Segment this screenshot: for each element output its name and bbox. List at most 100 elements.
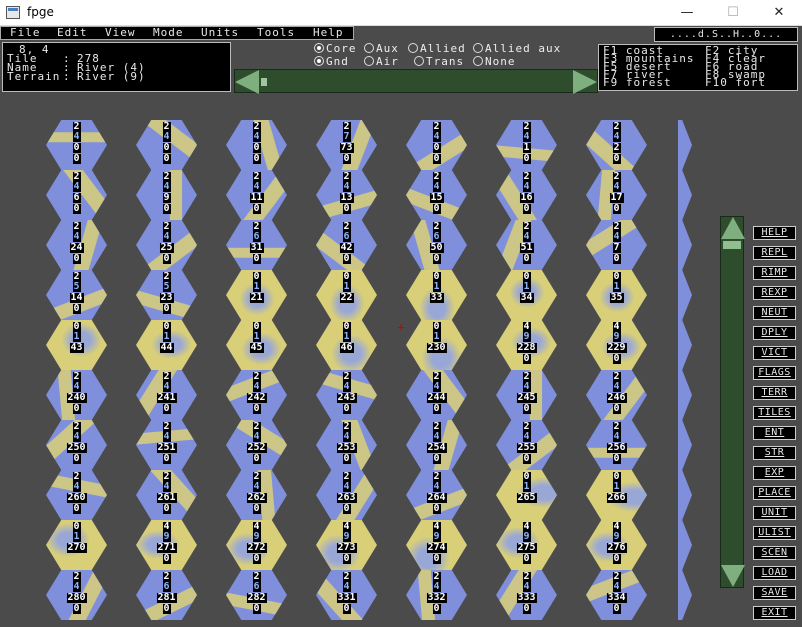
hex-tile[interactable]: 2 6 281 0 (136, 570, 197, 620)
hex-tile[interactable]: 2 6 31 0 (226, 220, 287, 270)
hex-tile-partial[interactable] (678, 370, 692, 420)
hex-tile-partial[interactable] (678, 170, 692, 220)
ent-button[interactable]: ENT (753, 426, 796, 440)
scen-button[interactable]: SCEN (753, 546, 796, 560)
hex-tile[interactable]: 2 4 254 0 (406, 420, 467, 470)
hex-tile[interactable]: 2400 (226, 120, 287, 170)
hex-tile[interactable]: 2410 (496, 120, 557, 170)
hex-tile[interactable]: 2460 (46, 170, 107, 220)
hex-tile[interactable]: 2 4 242 0 (226, 370, 287, 420)
hex-tile[interactable]: 4 9 274 0 (406, 520, 467, 570)
hex-tile-partial[interactable] (678, 320, 692, 370)
ulist-button[interactable]: ULIST (753, 526, 796, 540)
hex-tile[interactable]: 2 6 282 0 (226, 570, 287, 620)
hex-tile[interactable]: 2 4 253 0 (316, 420, 377, 470)
exp-button[interactable]: EXP (753, 466, 796, 480)
hex-tile[interactable]: 2 4 24 0 (46, 220, 107, 270)
hex-tile[interactable]: 2 4 252 0 (226, 420, 287, 470)
hex-tile[interactable]: 2 4 261 0 (136, 470, 197, 520)
hex-tile[interactable]: 2400 (136, 120, 197, 170)
hex-tile[interactable]: 0 1 35 (586, 270, 647, 320)
hex-tile[interactable]: 2 7 73 0 (316, 120, 377, 170)
hex-tile-partial[interactable] (678, 120, 692, 170)
hex-tile[interactable]: 2 5 23 0 (136, 270, 197, 320)
neut-button[interactable]: NEUT (753, 306, 796, 320)
hex-tile-partial[interactable] (678, 220, 692, 270)
terr-button[interactable]: TERR (753, 386, 796, 400)
hex-tile[interactable]: 0 1 230 (406, 320, 467, 370)
hex-tile[interactable]: 4 9 228 0 (496, 320, 557, 370)
hex-tile[interactable]: 0 1 45 (226, 320, 287, 370)
radio-allied-aux[interactable]: Allied aux (473, 43, 561, 55)
unit-button[interactable]: UNIT (753, 506, 796, 520)
hex-tile[interactable]: 2 4 255 0 (496, 420, 557, 470)
radio-aux[interactable]: Aux (364, 43, 399, 55)
hex-tile[interactable]: 2 4 331 0 (316, 570, 377, 620)
hex-tile[interactable]: 0 1 266 (586, 470, 647, 520)
hex-tile[interactable]: 0 1 46 (316, 320, 377, 370)
menu-edit[interactable]: Edit (57, 27, 88, 39)
scroll-right-arrow-icon[interactable] (573, 70, 597, 94)
hex-tile[interactable]: 2 4 25 0 (136, 220, 197, 270)
hex-tile-partial[interactable] (678, 570, 692, 620)
horizontal-scrollbar[interactable] (234, 69, 598, 94)
flags-button[interactable]: FLAGS (753, 366, 796, 380)
str-button[interactable]: STR (753, 446, 796, 460)
radio-trans[interactable]: Trans (414, 56, 464, 68)
exit-button[interactable]: EXIT (753, 606, 796, 620)
hex-tile[interactable]: 2 4 16 0 (496, 170, 557, 220)
radio-core[interactable]: Core (314, 43, 357, 55)
maximize-button[interactable]: ☐ (710, 0, 756, 26)
hex-tile[interactable]: 2 4 17 0 (586, 170, 647, 220)
hex-tile[interactable]: 2 4 262 0 (226, 470, 287, 520)
hex-tile-partial[interactable] (678, 470, 692, 520)
hex-tile[interactable]: 2 6 50 0 (406, 220, 467, 270)
hex-map[interactable]: 2 4 0 0 2 4 6 0 2 4 24 0 2 5 14 0 0 1 43 2 4 240 0 2 4 250 0 2 4 260 0… (0, 94, 716, 627)
hex-tile[interactable]: 2 6 42 0 (316, 220, 377, 270)
hex-tile[interactable]: 2 5 14 0 (46, 270, 107, 320)
hex-tile[interactable]: 2 4 51 0 (496, 220, 557, 270)
dply-button[interactable]: DPLY (753, 326, 796, 340)
hex-tile-partial[interactable] (678, 520, 692, 570)
hex-tile[interactable]: 2470 (586, 220, 647, 270)
hex-tile[interactable]: 2 4 334 0 (586, 570, 647, 620)
hex-tile[interactable]: 0 1 43 (46, 320, 107, 370)
hex-tile[interactable]: 2 4 250 0 (46, 420, 107, 470)
load-button[interactable]: LOAD (753, 566, 796, 580)
hex-tile[interactable]: 2 4 240 0 (46, 370, 107, 420)
radio-none[interactable]: None (473, 56, 516, 68)
hex-tile[interactable]: 0 1 33 (406, 270, 467, 320)
hex-tile[interactable]: 2 4 333 0 (496, 570, 557, 620)
menu-help[interactable]: Help (313, 27, 344, 39)
vict-button[interactable]: VICT (753, 346, 796, 360)
hex-tile-partial[interactable] (678, 420, 692, 470)
hex-tile[interactable]: 2400 (46, 120, 107, 170)
hex-tile[interactable]: 4 9 276 0 (586, 520, 647, 570)
menu-mode[interactable]: Mode (153, 27, 184, 39)
menu-file[interactable]: File (10, 27, 41, 39)
save-button[interactable]: SAVE (753, 586, 796, 600)
hex-tile[interactable]: 4 9 273 0 (316, 520, 377, 570)
radio-air[interactable]: Air (364, 56, 399, 68)
close-button[interactable]: ✕ (756, 0, 802, 26)
hex-tile[interactable]: 0 1 22 (316, 270, 377, 320)
scroll-left-arrow-icon[interactable] (235, 70, 259, 94)
hex-tile[interactable]: 0 1 34 (496, 270, 557, 320)
radio-gnd[interactable]: Gnd (314, 56, 349, 68)
hex-tile[interactable]: 2 4 241 0 (136, 370, 197, 420)
hex-tile[interactable]: 2 4 332 0 (406, 570, 467, 620)
help-button[interactable]: HELP (753, 226, 796, 240)
hex-tile[interactable]: 2 4 243 0 (316, 370, 377, 420)
menu-units[interactable]: Units (201, 27, 239, 39)
menu-tools[interactable]: Tools (257, 27, 295, 39)
rexp-button[interactable]: REXP (753, 286, 796, 300)
hex-tile[interactable]: 2420 (586, 120, 647, 170)
hex-tile[interactable]: 0 1 265 (496, 470, 557, 520)
hex-tile[interactable]: 0 1 21 (226, 270, 287, 320)
hex-tile[interactable]: 0 1 270 (46, 520, 107, 570)
hex-tile[interactable]: 2 4 13 0 (316, 170, 377, 220)
hex-tile[interactable]: 4 9 271 0 (136, 520, 197, 570)
vertical-scroll-thumb[interactable] (723, 241, 741, 249)
hex-tile[interactable]: 2 4 11 0 (226, 170, 287, 220)
hex-tile[interactable]: 4 9 275 0 (496, 520, 557, 570)
